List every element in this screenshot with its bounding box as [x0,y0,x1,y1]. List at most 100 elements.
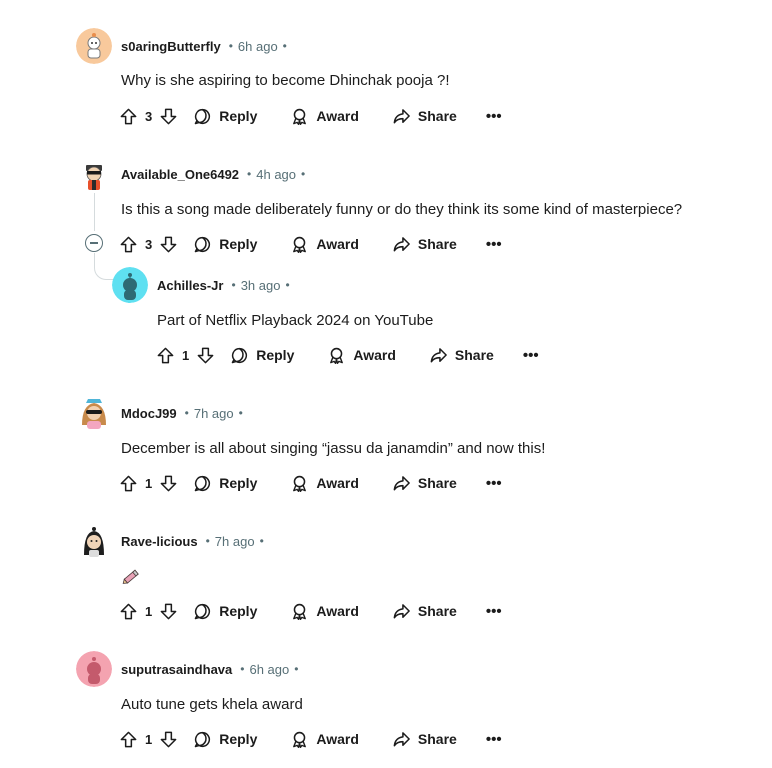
collapse-minus-icon [90,242,98,244]
share-button[interactable]: Share [429,346,494,365]
downvote-button[interactable] [159,235,178,254]
share-icon [392,602,411,621]
more-options-button[interactable]: ••• [486,475,502,492]
comment-timestamp[interactable]: 7h ago [194,406,234,421]
award-label: Award [316,731,359,747]
award-button[interactable]: Award [327,346,396,365]
reply-button[interactable]: Reply [230,346,294,365]
user-avatar[interactable] [76,28,112,64]
award-icon [327,346,346,365]
comment-author[interactable]: Achilles-Jr [157,278,223,293]
vote-count: 1 [145,731,153,747]
vote-count: 1 [145,475,153,491]
share-button[interactable]: Share [392,730,457,749]
comment-author[interactable]: s0aringButterfly [121,39,221,54]
downvote-icon [159,235,178,254]
reply-label: Reply [219,236,258,252]
comment-text: Why is she aspiring to become Dhinchak p… [121,72,450,89]
upvote-icon [119,474,138,493]
share-button[interactable]: Share [392,602,457,621]
separator-dot: • [294,662,299,676]
user-avatar[interactable] [76,523,112,559]
share-icon [392,235,411,254]
comment-timestamp[interactable]: 6h ago [238,39,278,54]
share-label: Share [417,236,457,252]
award-label: Award [316,475,359,491]
separator-dot: • [301,167,306,181]
separator-dot: • [240,662,245,676]
comment-bubble-icon [193,602,212,621]
share-button[interactable]: Share [392,235,457,254]
share-label: Share [417,108,457,124]
user-avatar[interactable] [76,156,112,192]
comment-text: Is this a song made deliberately funny o… [121,201,683,218]
more-options-button[interactable]: ••• [523,347,539,364]
downvote-button[interactable] [159,474,178,493]
more-options-button[interactable]: ••• [486,731,502,748]
more-options-button[interactable]: ••• [486,236,502,253]
downvote-icon [159,107,178,126]
comment-author[interactable]: MdocJ99 [121,406,177,421]
downvote-icon [159,474,178,493]
upvote-button[interactable] [119,730,138,749]
comment-author[interactable]: Rave-licious [121,534,198,549]
vote-count: 1 [145,603,153,619]
more-options-button[interactable]: ••• [486,603,502,620]
upvote-button[interactable] [119,107,138,126]
upvote-button[interactable] [119,474,138,493]
award-icon [290,107,309,126]
comment-author[interactable]: Available_One6492 [121,167,239,182]
comment-bubble-icon [230,346,249,365]
vote-count: 3 [145,108,153,124]
comment-text: Auto tune gets khela award [121,696,303,713]
award-button[interactable]: Award [290,235,359,254]
comment-author[interactable]: suputrasaindhava [121,662,232,677]
downvote-icon [196,346,215,365]
separator-dot: • [228,39,233,53]
reply-button[interactable]: Reply [193,235,257,254]
thread-line [94,193,95,231]
award-button[interactable]: Award [290,107,359,126]
comment-timestamp[interactable]: 6h ago [249,662,289,677]
separator-dot: • [238,406,243,420]
downvote-button[interactable] [159,730,178,749]
user-avatar[interactable] [76,651,112,687]
downvote-button[interactable] [159,107,178,126]
reply-button[interactable]: Reply [193,107,257,126]
reply-label: Reply [219,108,258,124]
share-icon [392,107,411,126]
share-button[interactable]: Share [392,107,457,126]
separator-dot: • [247,167,252,181]
award-button[interactable]: Award [290,730,359,749]
collapse-thread-button[interactable] [85,234,103,252]
award-icon [290,730,309,749]
award-button[interactable]: Award [290,474,359,493]
separator-dot: • [184,406,189,420]
upvote-icon [156,346,175,365]
reply-button[interactable]: Reply [193,602,257,621]
award-button[interactable]: Award [290,602,359,621]
more-options-button[interactable]: ••• [486,108,502,125]
user-avatar[interactable] [112,267,148,303]
comment-timestamp[interactable]: 4h ago [256,167,296,182]
comment-timestamp[interactable]: 7h ago [215,534,255,549]
comment-timestamp[interactable]: 3h ago [241,278,281,293]
user-avatar[interactable] [76,395,112,431]
comment-text: December is all about singing “jassu da … [121,440,546,457]
share-button[interactable]: Share [392,474,457,493]
upvote-button[interactable] [156,346,175,365]
downvote-button[interactable] [159,602,178,621]
comment-bubble-icon [193,235,212,254]
award-label: Award [353,347,396,363]
award-icon [290,235,309,254]
reply-button[interactable]: Reply [193,474,257,493]
separator-dot: • [285,278,290,292]
reply-button[interactable]: Reply [193,730,257,749]
upvote-button[interactable] [119,602,138,621]
pencil-emoji-icon [122,569,139,584]
upvote-button[interactable] [119,235,138,254]
downvote-button[interactable] [196,346,215,365]
reply-label: Reply [219,731,258,747]
reply-label: Reply [256,347,295,363]
comment-bubble-icon [193,107,212,126]
